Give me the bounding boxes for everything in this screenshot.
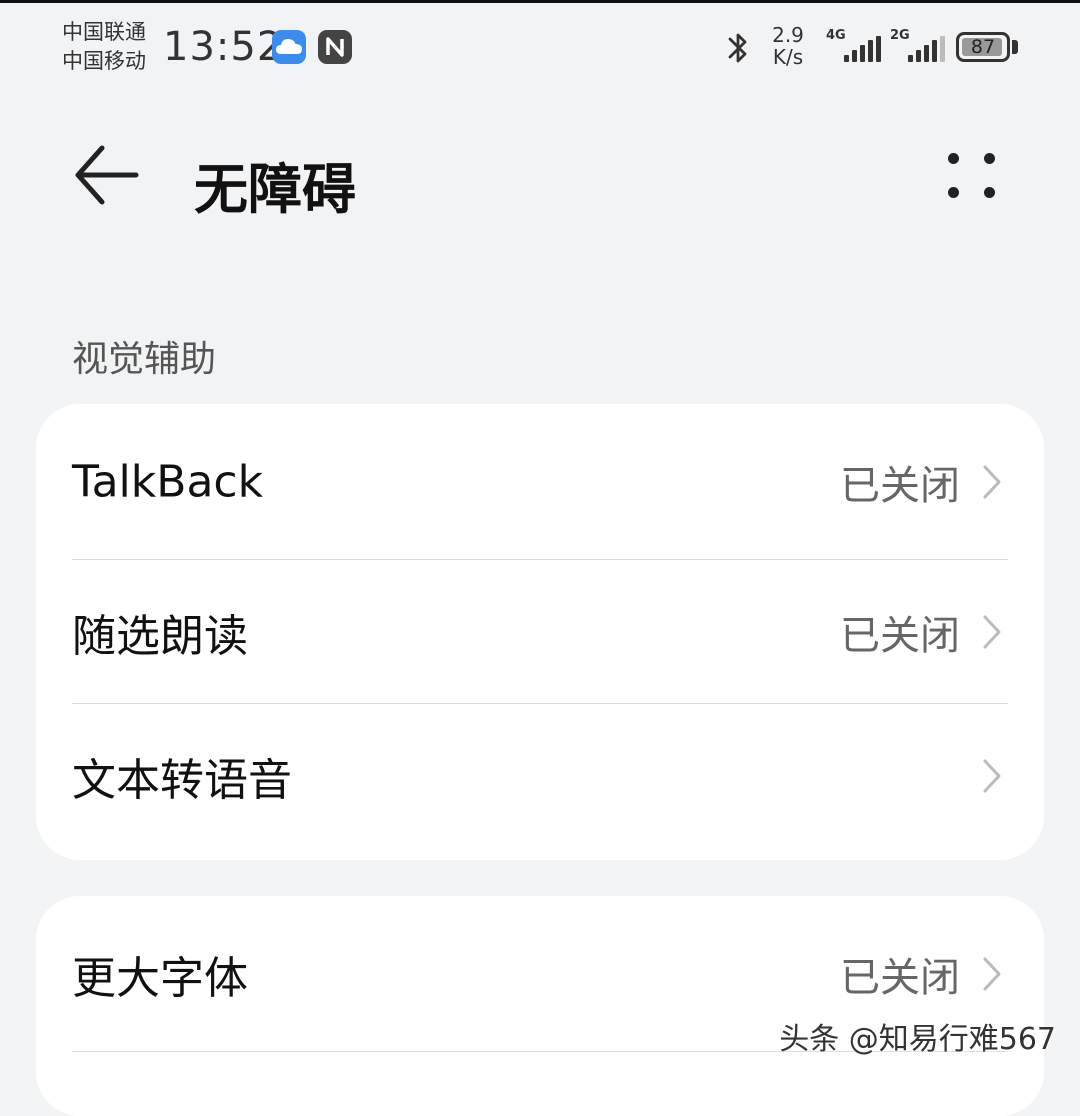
list-item-select-to-speak[interactable]: 随选朗读 已关闭 — [36, 560, 1044, 704]
bluetooth-icon — [728, 33, 747, 63]
list-item-status: 已关闭 — [840, 955, 960, 1001]
list-item-label: 更大字体 — [72, 953, 248, 1004]
list-item-status: 已关闭 — [840, 463, 960, 509]
visual-aid-card: TalkBack 已关闭 随选朗读 已关闭 文本转语音 — [36, 404, 1044, 860]
cloud-icon — [272, 30, 306, 64]
carrier-labels: 中国联通 中国移动 — [62, 18, 146, 76]
top-edge-line — [0, 0, 1080, 3]
net-speed-value: 2.9 — [772, 23, 804, 47]
battery-tip — [1012, 40, 1018, 54]
sim2-network-tag: 2G — [890, 28, 910, 43]
network-speed: 2.9 K/s — [768, 24, 808, 68]
display-card: 更大字体 已关闭 — [36, 896, 1044, 1116]
signal-2g-icon: 2G — [890, 28, 945, 68]
arrow-left-icon — [75, 145, 139, 205]
list-item-label: 随选朗读 — [72, 611, 248, 662]
chevron-right-icon — [983, 957, 1001, 991]
battery-icon: 87 — [956, 32, 1010, 62]
status-clock: 13:52 — [163, 24, 284, 70]
watermark: 头条 @知易行难567 — [779, 1022, 1056, 1057]
carrier-2-label: 中国移动 — [62, 49, 146, 73]
chevron-right-icon — [983, 465, 1001, 499]
more-options-button[interactable] — [940, 145, 1004, 209]
list-item-text-to-speech[interactable]: 文本转语音 — [36, 704, 1044, 848]
list-item-talkback[interactable]: TalkBack 已关闭 — [36, 404, 1044, 560]
chevron-right-icon — [983, 759, 1001, 793]
chevron-right-icon — [983, 615, 1001, 649]
battery-level: 87 — [970, 36, 996, 58]
section-label-visual-aid: 视觉辅助 — [72, 339, 217, 380]
list-item-status: 已关闭 — [840, 613, 960, 659]
back-button[interactable] — [70, 140, 150, 210]
nfc-icon — [318, 30, 352, 64]
signal-4g-icon: 4G — [826, 28, 881, 68]
list-item-label: TalkBack — [72, 456, 264, 508]
net-speed-unit: K/s — [772, 45, 804, 69]
page-title: 无障碍 — [194, 158, 356, 221]
carrier-1-label: 中国联通 — [62, 20, 146, 44]
sim1-network-tag: 4G — [826, 28, 846, 43]
list-item-label: 文本转语音 — [72, 755, 292, 806]
